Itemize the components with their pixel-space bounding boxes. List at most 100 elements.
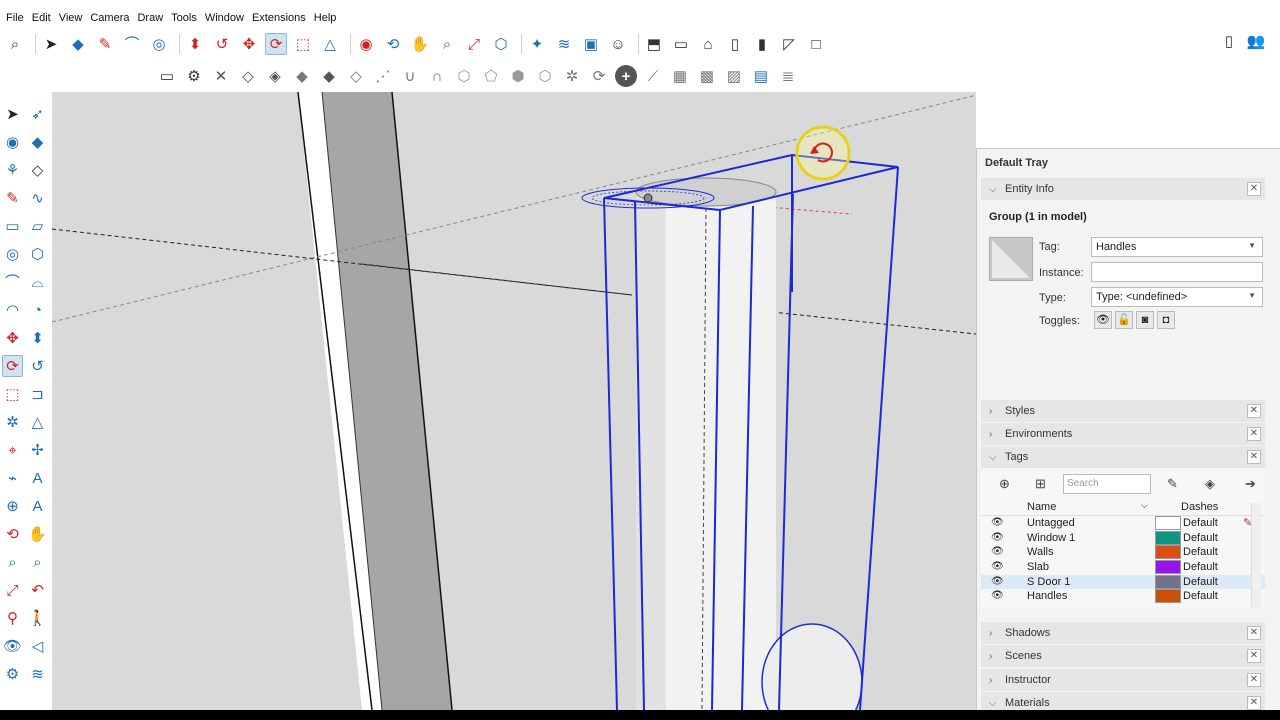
select-arrow-icon[interactable]: ➤ xyxy=(40,33,62,55)
orbit-icon[interactable]: ⟲ xyxy=(382,33,404,55)
type-select[interactable]: Type: <undefined> ▼ xyxy=(1091,287,1263,307)
col-name-header[interactable]: Name xyxy=(1027,501,1056,513)
zoom-icon[interactable]: ⌕ xyxy=(2,551,23,573)
extension-icon[interactable]: ✦ xyxy=(526,33,548,55)
eye-icon[interactable]: 👁 xyxy=(991,561,1004,572)
menu-edit[interactable]: Edit xyxy=(30,12,57,24)
axes-icon[interactable]: ✢ xyxy=(27,439,48,461)
chat-icon[interactable]: ▣ xyxy=(580,33,602,55)
look-around-icon[interactable]: 👁 xyxy=(2,635,23,657)
warehouse-icon[interactable]: ⬡ xyxy=(490,33,512,55)
menu-draw[interactable]: Draw xyxy=(135,12,169,24)
pan-icon[interactable]: ✋ xyxy=(409,33,431,55)
tag-dashes[interactable]: Default xyxy=(1183,576,1218,588)
visibility-toggle-icon[interactable]: 👁 xyxy=(1094,311,1112,329)
layers-icon[interactable]: ≋ xyxy=(553,33,575,55)
move-icon[interactable]: ✥ xyxy=(238,33,260,55)
sandbox-stamp-icon[interactable]: ▤ xyxy=(750,65,772,87)
zoom-window-icon[interactable]: ⌕ xyxy=(27,551,48,573)
menu-window[interactable]: Window xyxy=(203,12,250,24)
close-icon[interactable]: ✕ xyxy=(1247,450,1261,464)
iso-view-icon[interactable]: ⬒ xyxy=(643,33,665,55)
search-icon[interactable]: ⌕ xyxy=(4,33,26,55)
component-icon[interactable]: ⚘ xyxy=(2,159,23,181)
settings-icon[interactable]: ⚙ xyxy=(183,65,205,87)
tags-scrollbar[interactable] xyxy=(1251,503,1261,607)
col-dashes-header[interactable]: Dashes xyxy=(1181,501,1218,513)
follow-me-icon[interactable]: ↺ xyxy=(211,33,233,55)
close-icon[interactable]: ✕ xyxy=(1247,626,1261,640)
offset-icon[interactable]: ⊐ xyxy=(27,383,48,405)
drop-outline-icon[interactable]: ◇ xyxy=(237,65,259,87)
speaker-icon[interactable]: ◁ xyxy=(27,635,48,657)
eye-icon[interactable]: 👁 xyxy=(991,590,1004,601)
rotate-icon[interactable]: ⟳ xyxy=(265,33,287,55)
eye-icon[interactable]: 👁 xyxy=(991,576,1004,587)
tag-color-swatch[interactable] xyxy=(1155,574,1181,589)
account-icon[interactable]: 👥 xyxy=(1245,30,1267,52)
sandbox-layer-icon[interactable]: ≣ xyxy=(777,65,799,87)
tag-color-swatch[interactable] xyxy=(1155,516,1181,530)
arc-icon[interactable]: ⌒ xyxy=(2,271,23,293)
pie-icon[interactable]: ◔ xyxy=(27,299,48,321)
sandbox-drape-icon[interactable]: ▨ xyxy=(723,65,745,87)
scale-icon[interactable]: ⬚ xyxy=(292,33,314,55)
previous-view-icon[interactable]: ↶ xyxy=(27,579,48,601)
eye-icon[interactable]: 👁 xyxy=(991,532,1004,543)
drop-fill-icon[interactable]: ◆ xyxy=(291,65,313,87)
environments-header[interactable]: › Environments ✕ xyxy=(981,423,1265,445)
eraser-icon[interactable]: ◆ xyxy=(27,131,48,153)
circle-icon[interactable]: ◎ xyxy=(148,33,170,55)
profile-icon[interactable]: ☺ xyxy=(607,33,629,55)
drop-dark-icon[interactable]: ◆ xyxy=(318,65,340,87)
scale-icon[interactable]: ⬚ xyxy=(2,383,23,405)
refresh-icon[interactable]: ⟳ xyxy=(588,65,610,87)
new-file-icon[interactable]: ▯ xyxy=(1218,30,1240,52)
tags-header[interactable]: ⌵ Tags ✕ xyxy=(981,446,1265,468)
color-by-tag-icon[interactable]: ◈ xyxy=(1205,476,1215,492)
menu-extensions[interactable]: Extensions xyxy=(250,12,312,24)
eye-icon[interactable]: 👁 xyxy=(991,546,1004,557)
polygon-icon[interactable]: ⬡ xyxy=(27,243,48,265)
close-icon[interactable]: ✕ xyxy=(1247,696,1261,710)
rotate-icon[interactable]: ⟳ xyxy=(2,355,24,377)
tag-dashes[interactable]: Default xyxy=(1183,590,1218,602)
walk-icon[interactable]: 🚶 xyxy=(27,607,48,629)
close-icon[interactable]: ✕ xyxy=(1247,404,1261,418)
back-view-icon[interactable]: ▮ xyxy=(751,33,773,55)
bottom-view-icon[interactable]: □ xyxy=(805,33,827,55)
text-icon[interactable]: ⌁ xyxy=(2,467,23,489)
tape-measure-icon[interactable]: ✲ xyxy=(2,411,23,433)
tag-row[interactable]: 👁 Window 1 Default xyxy=(981,530,1265,546)
zoom-icon[interactable]: ⌕ xyxy=(436,33,458,55)
drop-hatch-icon[interactable]: ◇ xyxy=(345,65,367,87)
rectangle-icon[interactable]: ▭ xyxy=(2,215,23,237)
push-pull-icon[interactable]: ⬍ xyxy=(27,327,48,349)
follow-me-icon[interactable]: ↺ xyxy=(27,355,48,377)
shadows-header[interactable]: › Shadows ✕ xyxy=(981,622,1265,644)
close-icon[interactable]: ✕ xyxy=(1247,649,1261,663)
front-view-icon[interactable]: ⌂ xyxy=(697,33,719,55)
sandbox-icon[interactable]: ≋ xyxy=(27,663,48,685)
tag-dashes[interactable]: Default xyxy=(1183,532,1218,544)
sandbox-grid-icon[interactable]: ▦ xyxy=(669,65,691,87)
menu-camera[interactable]: Camera xyxy=(88,12,135,24)
rotated-rect-icon[interactable]: ▱ xyxy=(27,215,48,237)
tag-row[interactable]: 👁 S Door 1 Default xyxy=(981,574,1265,590)
zoom-extents-icon[interactable]: ⤢ xyxy=(2,579,23,601)
cast-shadow-toggle-icon[interactable]: ◙ xyxy=(1136,311,1154,329)
label-icon[interactable]: A xyxy=(27,467,48,489)
tag-row[interactable]: 👁 Untagged Default ✎ xyxy=(981,516,1265,531)
tag-row[interactable]: 👁 Walls Default xyxy=(981,545,1265,560)
tags-search-input[interactable]: Search xyxy=(1063,474,1151,494)
tag-dashes[interactable]: Default xyxy=(1183,561,1218,573)
protractor-icon[interactable]: △ xyxy=(27,411,48,433)
left-view-icon[interactable]: ◸ xyxy=(778,33,800,55)
paint-bucket-icon[interactable]: ◉ xyxy=(2,131,23,153)
dots-icon[interactable]: ⋰ xyxy=(372,65,394,87)
tag-tool-icon[interactable]: ✎ xyxy=(1167,476,1178,492)
instructor-header[interactable]: › Instructor ✕ xyxy=(981,669,1265,691)
orbit-icon[interactable]: ⟲ xyxy=(2,523,23,545)
cross-icon[interactable]: ✕ xyxy=(210,65,232,87)
solid-union-icon[interactable]: ⬡ xyxy=(453,65,475,87)
